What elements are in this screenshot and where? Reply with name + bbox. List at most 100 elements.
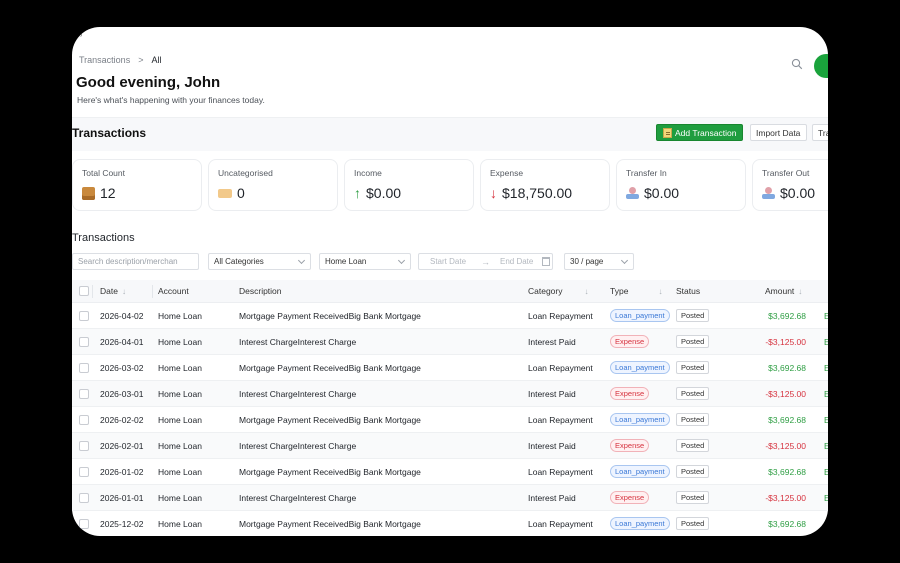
column-amount-label: Amount — [765, 286, 795, 296]
table-row[interactable]: 2026-03-02 Home Loan Mortgage Payment Rece… — [72, 355, 828, 381]
row-account: Home Loan — [158, 441, 202, 451]
column-status[interactable]: Status — [676, 286, 700, 296]
row-account: Home Loan — [158, 311, 202, 321]
row-category: Loan Repayment — [528, 363, 593, 373]
add-transaction-button[interactable]: Add Transaction — [656, 124, 743, 141]
row-amount: -$3,125.00 — [765, 337, 806, 347]
start-date-field[interactable]: Start Date — [430, 257, 466, 266]
card-label: Income — [354, 168, 382, 178]
table-row[interactable]: 2026-04-02 Home Loan Mortgage Payment Rece… — [72, 303, 828, 329]
package-icon — [82, 186, 95, 200]
row-amount: $3,692.68 — [768, 467, 806, 477]
table-row[interactable]: 2026-01-01 Home Loan Interest ChargeIntere… — [72, 485, 828, 511]
type-badge: Expense — [610, 387, 650, 400]
section-title: Transactions — [72, 126, 147, 140]
row-date: 2026-04-01 — [100, 337, 144, 347]
end-date-field[interactable]: End Date — [500, 257, 533, 266]
status-badge: Posted — [676, 439, 710, 452]
column-separator — [152, 285, 153, 298]
row-category: Interest Paid — [528, 441, 576, 451]
row-account: Home Loan — [158, 467, 202, 477]
row-checkbox[interactable] — [79, 337, 89, 347]
account-filter-value: Home Loan — [325, 257, 367, 266]
table-row[interactable]: 2026-04-01 Home Loan Interest ChargeIntere… — [72, 329, 828, 355]
row-overflow-text: E — [824, 311, 828, 321]
table-header: Date ↓ Account Description Category ↓ Type… — [72, 280, 828, 303]
row-checkbox[interactable] — [79, 467, 89, 477]
row-account: Home Loan — [158, 363, 202, 373]
sort-icon[interactable]: ↓ — [122, 287, 126, 296]
type-badge: Loan_payment — [610, 517, 670, 530]
type-badge: Loan_payment — [610, 413, 670, 426]
row-overflow-text: E — [824, 415, 828, 425]
transfer-out-icon — [762, 186, 775, 200]
row-description: Mortgage Payment ReceivedBig Bank Mortga… — [239, 415, 421, 425]
breadcrumb-current: All — [151, 55, 162, 65]
status-badge: Posted — [676, 465, 710, 478]
search-icon[interactable] — [791, 58, 803, 70]
avatar[interactable] — [814, 54, 828, 78]
card-label: Uncategorised — [218, 168, 273, 178]
row-category: Interest Paid — [528, 337, 576, 347]
row-date: 2026-04-02 — [100, 311, 144, 321]
table-row[interactable]: 2026-01-02 Home Loan Mortgage Payment Rece… — [72, 459, 828, 485]
sort-icon[interactable]: ↓ — [585, 287, 589, 296]
page-size-select[interactable]: 30 / page — [564, 253, 634, 270]
column-account[interactable]: Account — [158, 286, 189, 296]
row-checkbox[interactable] — [79, 311, 89, 321]
row-amount: $3,692.68 — [768, 311, 806, 321]
row-overflow-text: E — [824, 441, 828, 451]
row-description: Interest ChargeInterest Charge — [239, 493, 357, 503]
row-description: Mortgage Payment ReceivedBig Bank Mortga… — [239, 363, 421, 373]
calendar-icon[interactable] — [542, 257, 550, 266]
date-range-picker[interactable]: Start Date → End Date — [418, 253, 553, 270]
card-value: $0.00 — [780, 185, 816, 201]
row-date: 2026-01-01 — [100, 493, 144, 503]
status-badge: Posted — [676, 491, 710, 504]
breadcrumb-root[interactable]: Transactions — [79, 55, 130, 65]
table-row[interactable]: 2026-02-01 Home Loan Interest ChargeIntere… — [72, 433, 828, 459]
type-badge: Expense — [610, 439, 650, 452]
chevron-down-icon — [620, 256, 629, 264]
column-category[interactable]: Category ↓ — [528, 286, 589, 296]
breadcrumb-separator: > — [138, 55, 144, 65]
column-type[interactable]: Type ↓ — [610, 286, 662, 296]
row-overflow-text: E — [824, 363, 828, 373]
table-row[interactable]: 2026-02-02 Home Loan Mortgage Payment Rece… — [72, 407, 828, 433]
card-value: $0.00 — [366, 185, 402, 201]
row-checkbox[interactable] — [79, 363, 89, 373]
row-checkbox[interactable] — [79, 493, 89, 503]
table-row[interactable]: 2026-03-01 Home Loan Interest ChargeIntere… — [72, 381, 828, 407]
row-category: Loan Repayment — [528, 467, 593, 477]
row-checkbox[interactable] — [79, 519, 89, 529]
row-description: Mortgage Payment ReceivedBig Bank Mortga… — [239, 311, 421, 321]
row-category: Interest Paid — [528, 493, 576, 503]
status-badge: Posted — [676, 361, 710, 374]
column-description[interactable]: Description — [239, 286, 282, 296]
select-all-checkbox[interactable] — [79, 286, 89, 296]
card-label: Transfer Out — [762, 168, 810, 178]
card-income: Income ↑ $0.00 — [344, 159, 474, 211]
sort-icon[interactable]: ↓ — [658, 287, 662, 296]
row-checkbox[interactable] — [79, 415, 89, 425]
status-badge: Posted — [676, 387, 710, 400]
column-date[interactable]: Date ↓ — [100, 286, 126, 296]
row-amount: -$3,125.00 — [765, 493, 806, 503]
row-description: Interest ChargeInterest Charge — [239, 389, 357, 399]
row-description: Interest ChargeInterest Charge — [239, 441, 357, 451]
table-row[interactable]: 2025-12-02 Home Loan Mortgage Payment Rece… — [72, 511, 828, 536]
type-badge: Loan_payment — [610, 465, 670, 478]
app-window: ⁾ Transactions > All Good evening, John … — [72, 27, 828, 536]
category-filter-select[interactable]: All Categories — [208, 253, 311, 270]
import-data-button[interactable]: Import Data — [750, 124, 807, 141]
row-checkbox[interactable] — [79, 441, 89, 451]
account-filter-select[interactable]: Home Loan — [319, 253, 411, 270]
search-input[interactable]: Search description/merchan — [72, 253, 199, 270]
sort-icon[interactable]: ↓ — [798, 287, 802, 296]
row-checkbox[interactable] — [79, 389, 89, 399]
transfer-button[interactable]: Tra — [812, 124, 828, 141]
row-category: Interest Paid — [528, 389, 576, 399]
page-subtitle: Here's what's happening with your financ… — [77, 95, 265, 105]
row-overflow-text: E — [824, 389, 828, 399]
column-amount[interactable]: Amount ↓ — [765, 286, 802, 296]
